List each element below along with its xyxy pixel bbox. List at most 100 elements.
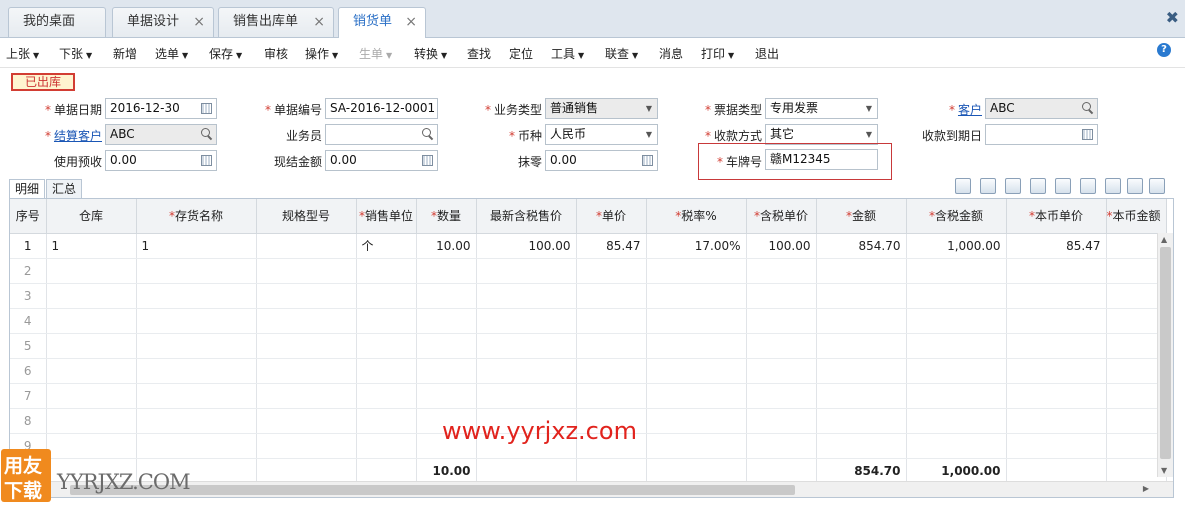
cell[interactable]: 10.00 bbox=[416, 233, 477, 259]
plate-no-field[interactable]: 赣M12345 bbox=[765, 149, 878, 170]
toolbar-exit-button[interactable]: 退出 bbox=[755, 45, 779, 62]
cell: 4 bbox=[10, 308, 47, 334]
scroll-right-icon[interactable]: ▶ bbox=[1143, 484, 1149, 493]
toolbar-find-button[interactable]: 查找 bbox=[467, 45, 491, 62]
col-header[interactable]: *含税金额 bbox=[906, 199, 1007, 234]
invoice-type-select[interactable]: 专用发票 ▼ bbox=[765, 98, 878, 119]
cell[interactable]: 1 bbox=[136, 233, 257, 259]
cell[interactable]: 1,000.00 bbox=[906, 233, 1007, 259]
col-header[interactable]: 序号 bbox=[10, 199, 47, 234]
calculator-icon[interactable] bbox=[201, 155, 212, 166]
toolbar-linkquery-button[interactable]: 联查 ▼ bbox=[605, 45, 638, 62]
cell[interactable]: 85.47 bbox=[1006, 233, 1107, 259]
search-icon[interactable] bbox=[201, 128, 212, 139]
scroll-up-icon[interactable]: ▲ bbox=[1161, 235, 1167, 244]
save-layout-icon[interactable] bbox=[1149, 178, 1165, 194]
table-row[interactable]: 1 1 1 个 10.00 100.00 85.47 17.00% 100.00… bbox=[10, 233, 1167, 259]
table-row[interactable]: 4 bbox=[10, 308, 1167, 334]
table-row[interactable]: 5 bbox=[10, 333, 1167, 359]
cell[interactable]: 100.00 bbox=[746, 233, 817, 259]
key-icon[interactable] bbox=[1055, 178, 1071, 194]
col-header[interactable]: 仓库 bbox=[46, 199, 137, 234]
help-icon[interactable]: ? bbox=[1157, 43, 1171, 57]
find-icon[interactable] bbox=[1080, 178, 1096, 194]
toolbar-tools-button[interactable]: 工具 ▼ bbox=[551, 45, 584, 62]
col-header[interactable]: *税率% bbox=[646, 199, 747, 234]
tab-doc-design[interactable]: 单据设计 × bbox=[112, 7, 214, 37]
col-header[interactable]: *存货名称 bbox=[136, 199, 257, 234]
tab-sales-order[interactable]: 销货单 × bbox=[338, 7, 426, 38]
search-icon[interactable] bbox=[1082, 102, 1093, 113]
settle-customer-field[interactable]: ABC bbox=[105, 124, 217, 145]
toolbar-locate-button[interactable]: 定位 bbox=[509, 45, 533, 62]
scroll-thumb[interactable] bbox=[1160, 247, 1171, 459]
toolbar-generate-button[interactable]: 生单 ▼ bbox=[359, 45, 392, 62]
chart-icon[interactable] bbox=[1127, 178, 1143, 194]
batch-icon[interactable] bbox=[1030, 178, 1046, 194]
table-row[interactable]: 2 bbox=[10, 258, 1167, 284]
toolbar-next-button[interactable]: 下张 ▼ bbox=[59, 45, 92, 62]
paste-icon[interactable] bbox=[980, 178, 996, 194]
doc-no-field[interactable]: SA-2016-12-0001 bbox=[325, 98, 438, 119]
close-icon[interactable]: × bbox=[313, 8, 325, 36]
vertical-scrollbar[interactable]: ▲ ▼ bbox=[1157, 233, 1173, 477]
toolbar-select-button[interactable]: 选单 ▼ bbox=[155, 45, 188, 62]
cash-amount-field[interactable]: 0.00 bbox=[325, 150, 438, 171]
table-row[interactable]: 3 bbox=[10, 283, 1167, 309]
toolbar-prev-button[interactable]: 上张 ▼ bbox=[6, 45, 39, 62]
cell[interactable]: 1 bbox=[46, 233, 137, 259]
window-close-icon[interactable]: ✖ bbox=[1166, 8, 1179, 27]
payment-method-select[interactable]: 其它 ▼ bbox=[765, 124, 878, 145]
due-date-field[interactable] bbox=[985, 124, 1098, 145]
toolbar-print-button[interactable]: 打印 ▼ bbox=[701, 45, 734, 62]
col-header[interactable]: *本币单价 bbox=[1006, 199, 1107, 234]
tab-summary[interactable]: 汇总 bbox=[46, 179, 83, 198]
table-row[interactable]: 6 bbox=[10, 358, 1167, 384]
search-icon[interactable] bbox=[422, 128, 433, 139]
customer-field[interactable]: ABC bbox=[985, 98, 1098, 119]
prepaid-field[interactable]: 0.00 bbox=[105, 150, 217, 171]
calendar-icon[interactable] bbox=[201, 103, 212, 114]
col-header[interactable]: *数量 bbox=[416, 199, 477, 234]
col-header[interactable]: *金额 bbox=[816, 199, 907, 234]
calendar-icon[interactable] bbox=[1082, 129, 1093, 140]
cell[interactable]: 85.47 bbox=[576, 233, 647, 259]
toolbar-operate-button[interactable]: 操作 ▼ bbox=[305, 45, 338, 62]
toolbar-convert-button[interactable]: 转换 ▼ bbox=[414, 45, 447, 62]
salesman-label: 业务员 bbox=[285, 129, 322, 143]
copy-icon[interactable] bbox=[955, 178, 971, 194]
zoom-icon[interactable] bbox=[1105, 178, 1121, 194]
export-icon[interactable] bbox=[1005, 178, 1021, 194]
cell[interactable] bbox=[256, 233, 357, 259]
customer-label[interactable]: * 客户 bbox=[920, 101, 982, 118]
tab-my-desktop[interactable]: 我的桌面 bbox=[8, 7, 106, 37]
currency-select[interactable]: 人民币 ▼ bbox=[545, 124, 658, 145]
cell[interactable]: 17.00% bbox=[646, 233, 747, 259]
rounding-field[interactable]: 0.00 bbox=[545, 150, 658, 171]
col-header[interactable]: 最新含税售价 bbox=[476, 199, 577, 234]
cell[interactable]: 个 bbox=[356, 233, 417, 259]
tab-detail[interactable]: 明细 bbox=[9, 179, 46, 198]
toolbar-approve-button[interactable]: 审核 bbox=[264, 45, 288, 62]
biz-type-select[interactable]: 普通销售 ▼ bbox=[545, 98, 658, 119]
calculator-icon[interactable] bbox=[422, 155, 433, 166]
col-header[interactable]: 规格型号 bbox=[256, 199, 357, 234]
settle-customer-label[interactable]: * 结算客户 bbox=[38, 127, 102, 144]
cell[interactable]: 854.70 bbox=[816, 233, 907, 259]
doc-date-field[interactable]: 2016-12-30 bbox=[105, 98, 217, 119]
table-row[interactable]: 7 bbox=[10, 383, 1167, 409]
toolbar-message-button[interactable]: 消息 bbox=[659, 45, 683, 62]
col-header[interactable]: *含税单价 bbox=[746, 199, 817, 234]
tab-sales-outbound[interactable]: 销售出库单 × bbox=[218, 7, 334, 37]
close-icon[interactable]: × bbox=[405, 8, 417, 36]
toolbar-new-button[interactable]: 新增 bbox=[113, 45, 137, 62]
cell[interactable]: 100.00 bbox=[476, 233, 577, 259]
col-header[interactable]: *销售单位 bbox=[356, 199, 417, 234]
calculator-icon[interactable] bbox=[642, 155, 653, 166]
close-icon[interactable]: × bbox=[193, 8, 205, 36]
col-header[interactable]: *单价 bbox=[576, 199, 647, 234]
col-header[interactable]: *本币金额 bbox=[1106, 199, 1167, 234]
salesman-field[interactable] bbox=[325, 124, 438, 145]
scroll-down-icon[interactable]: ▼ bbox=[1161, 466, 1167, 475]
toolbar-save-button[interactable]: 保存 ▼ bbox=[209, 45, 242, 62]
